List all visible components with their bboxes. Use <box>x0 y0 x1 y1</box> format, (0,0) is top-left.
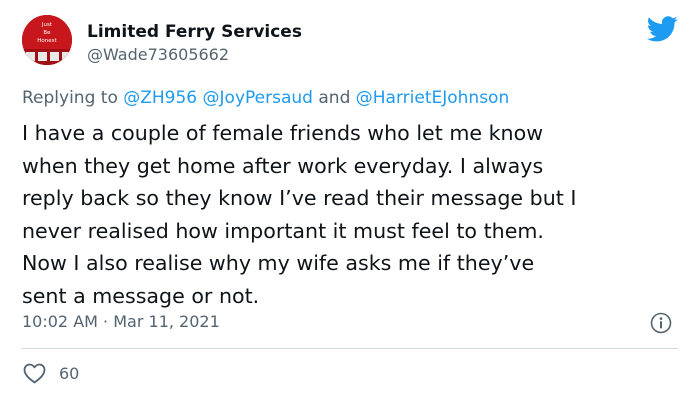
meta-separator: · <box>103 312 109 331</box>
like-button[interactable]: 60 <box>22 362 79 384</box>
mention-link[interactable]: @HarrietEJohnson <box>356 88 509 108</box>
reply-conjunction: and <box>318 88 351 108</box>
user-handle[interactable]: @Wade73605662 <box>87 44 302 66</box>
tweet-text-line: when they get home after work everyday. … <box>22 153 544 178</box>
tweet-text-line: sent a message or not. <box>22 283 260 308</box>
heart-icon[interactable] <box>22 362 47 384</box>
twitter-bird-icon[interactable] <box>647 16 678 42</box>
reply-prefix: Replying to <box>22 88 118 108</box>
mention-link[interactable]: @ZH956 <box>123 88 197 108</box>
tweet-text-line: reply back so they know I’ve read their … <box>22 186 577 210</box>
tweet-text-line: Now I also realise why my wife asks me i… <box>22 251 535 275</box>
avatar-image: Just Be Honest <box>22 15 72 65</box>
display-name[interactable]: Limited Ferry Services <box>87 20 302 44</box>
tweet-text-line: I have a couple of female friends who le… <box>22 121 544 145</box>
tweet-card: Just Be Honest Limited Ferry Services @W… <box>0 0 700 402</box>
reply-context: Replying to @ZH956 @JoyPersaud and @Harr… <box>22 88 509 108</box>
avatar-text-line: Just <box>41 22 53 28</box>
like-count: 60 <box>59 363 80 383</box>
divider <box>22 348 678 349</box>
author-block[interactable]: Limited Ferry Services @Wade73605662 <box>87 20 302 66</box>
avatar-text-line: Be <box>43 30 51 36</box>
tweet-date[interactable]: Mar 11, 2021 <box>113 312 220 331</box>
info-icon[interactable] <box>650 312 672 334</box>
avatar[interactable]: Just Be Honest <box>22 15 72 65</box>
tweet-timestamp[interactable]: 10:02 AM · Mar 11, 2021 <box>22 312 220 331</box>
avatar-text-line: Honest <box>37 38 57 44</box>
tweet-text-line: never realised how important it must fee… <box>22 218 544 243</box>
mention-link[interactable]: @JoyPersaud <box>203 88 313 108</box>
tweet-time[interactable]: 10:02 AM <box>22 312 98 331</box>
tweet-text: I have a couple of female friends who le… <box>22 117 682 312</box>
